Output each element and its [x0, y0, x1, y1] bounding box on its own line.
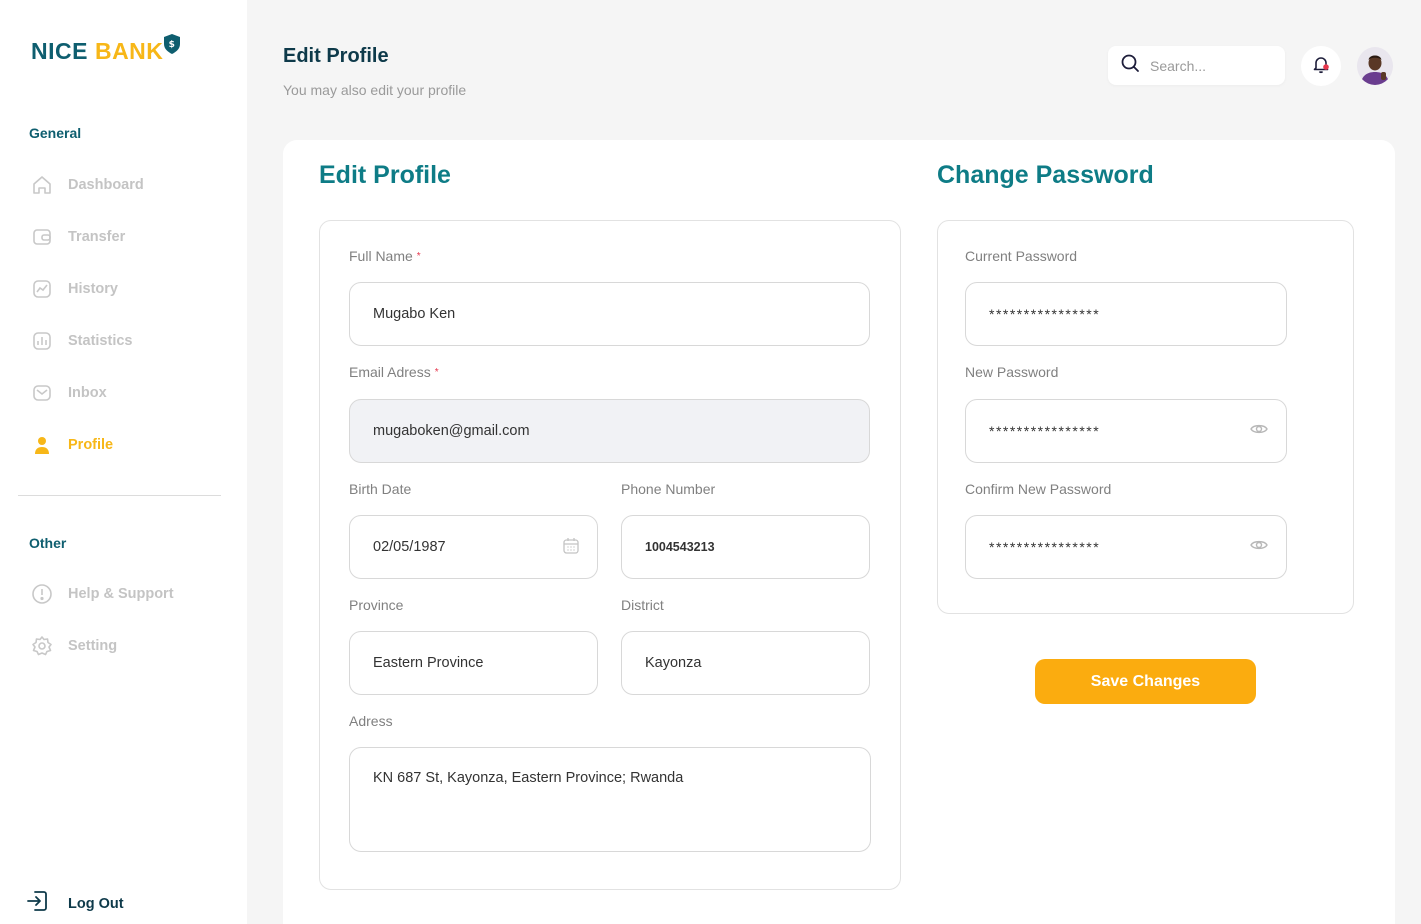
eye-icon[interactable] [1250, 423, 1268, 439]
brand-name-part2: BANK [94, 38, 164, 64]
province-value: Eastern Province [373, 655, 484, 671]
logout-button[interactable]: Log Out [26, 889, 124, 918]
email-value: mugaboken@gmail.com [373, 423, 530, 439]
settings-card: Edit Profile Full Name * Mugabo Ken Email… [283, 140, 1395, 924]
email-label: Email Adress * [349, 364, 439, 380]
logout-icon [26, 889, 50, 918]
sidebar-item-transfer[interactable]: Transfer [30, 224, 125, 250]
notifications-button[interactable] [1301, 46, 1341, 86]
bar-chart-icon [30, 329, 54, 353]
sidebar-item-setting[interactable]: Setting [30, 633, 117, 659]
current-password-value: **************** [989, 306, 1101, 322]
birth-date-value: 02/05/1987 [373, 539, 446, 555]
birth-date-field[interactable]: 02/05/1987 [349, 515, 598, 579]
sidebar-item-label: Setting [68, 638, 118, 654]
eye-icon[interactable] [1250, 539, 1268, 555]
full-name-field[interactable]: Mugabo Ken [349, 282, 870, 346]
home-icon [30, 173, 54, 197]
sidebar-item-statistics[interactable]: Statistics [30, 328, 132, 354]
shield-icon: $ [164, 33, 181, 60]
sidebar-item-label: Profile [68, 437, 114, 453]
address-value: KN 687 St, Kayonza, Eastern Province; Rw… [373, 770, 684, 786]
birth-date-label: Birth Date [349, 481, 412, 497]
change-password-title: Change Password [937, 161, 1154, 189]
search-icon [1120, 53, 1140, 78]
gear-icon [30, 634, 54, 658]
search-input[interactable] [1150, 57, 1270, 74]
full-name-value: Mugabo Ken [373, 306, 456, 322]
sidebar-item-history[interactable]: History [30, 276, 118, 302]
sidebar: NICE BANK $ General Dashboard Transfer H… [0, 0, 247, 924]
page-subtitle: You may also edit your profile [283, 82, 467, 98]
edit-profile-panel: Full Name * Mugabo Ken Email Adress * muga… [319, 220, 901, 890]
page-title: Edit Profile [283, 45, 389, 67]
phone-label: Phone Number [621, 481, 716, 497]
other-section-label: Other [29, 535, 67, 551]
district-field[interactable]: Kayonza [621, 631, 870, 695]
current-password-label: Current Password [965, 248, 1078, 264]
sidebar-item-inbox[interactable]: Inbox [30, 380, 107, 406]
brand-name-part1: NICE [31, 38, 88, 64]
required-marker: * [416, 251, 421, 262]
confirm-password-field[interactable]: **************** [965, 515, 1287, 579]
new-password-label: New Password [965, 364, 1059, 380]
sidebar-item-label: Help & Support [68, 586, 174, 602]
search-bar[interactable] [1108, 46, 1285, 85]
change-password-panel: Current Password **************** New Pa… [937, 220, 1354, 614]
bell-icon [1311, 54, 1331, 79]
avatar[interactable] [1357, 47, 1393, 85]
general-section-label: General [29, 125, 82, 141]
sidebar-item-label: Statistics [68, 333, 133, 349]
info-icon [30, 582, 54, 606]
sidebar-item-label: Transfer [68, 229, 126, 245]
svg-text:$: $ [169, 40, 176, 50]
sidebar-item-dashboard[interactable]: Dashboard [30, 172, 144, 198]
confirm-password-value: **************** [989, 539, 1101, 555]
phone-value: 1004543213 [645, 540, 715, 554]
new-password-value: **************** [989, 423, 1101, 439]
province-label: Province [349, 597, 404, 613]
district-value: Kayonza [645, 655, 702, 671]
sidebar-divider [18, 495, 221, 496]
sidebar-item-help-support[interactable]: Help & Support [30, 581, 174, 607]
email-field[interactable]: mugaboken@gmail.com [349, 399, 870, 463]
sidebar-item-label: Dashboard [68, 177, 144, 193]
full-name-label: Full Name * [349, 248, 421, 264]
required-marker: * [434, 367, 439, 378]
calendar-icon[interactable] [563, 537, 579, 558]
new-password-field[interactable]: **************** [965, 399, 1287, 463]
address-label: Adress [349, 713, 393, 729]
sidebar-item-label: Inbox [68, 385, 107, 401]
edit-profile-title: Edit Profile [319, 161, 451, 189]
confirm-password-label: Confirm New Password [965, 481, 1112, 497]
mail-icon [30, 381, 54, 405]
sidebar-item-label: History [68, 281, 118, 297]
chart-line-icon [30, 277, 54, 301]
user-icon [30, 433, 54, 457]
current-password-field[interactable]: **************** [965, 282, 1287, 346]
address-field[interactable]: KN 687 St, Kayonza, Eastern Province; Rw… [349, 747, 871, 852]
save-changes-button[interactable]: Save Changes [1035, 659, 1256, 704]
logout-label: Log Out [68, 895, 124, 912]
brand-logo[interactable]: NICE BANK $ [31, 34, 181, 65]
sidebar-item-profile[interactable]: Profile [30, 432, 113, 458]
district-label: District [621, 597, 664, 613]
wallet-icon [30, 225, 54, 249]
phone-field[interactable]: 1004543213 [621, 515, 870, 579]
province-field[interactable]: Eastern Province [349, 631, 598, 695]
